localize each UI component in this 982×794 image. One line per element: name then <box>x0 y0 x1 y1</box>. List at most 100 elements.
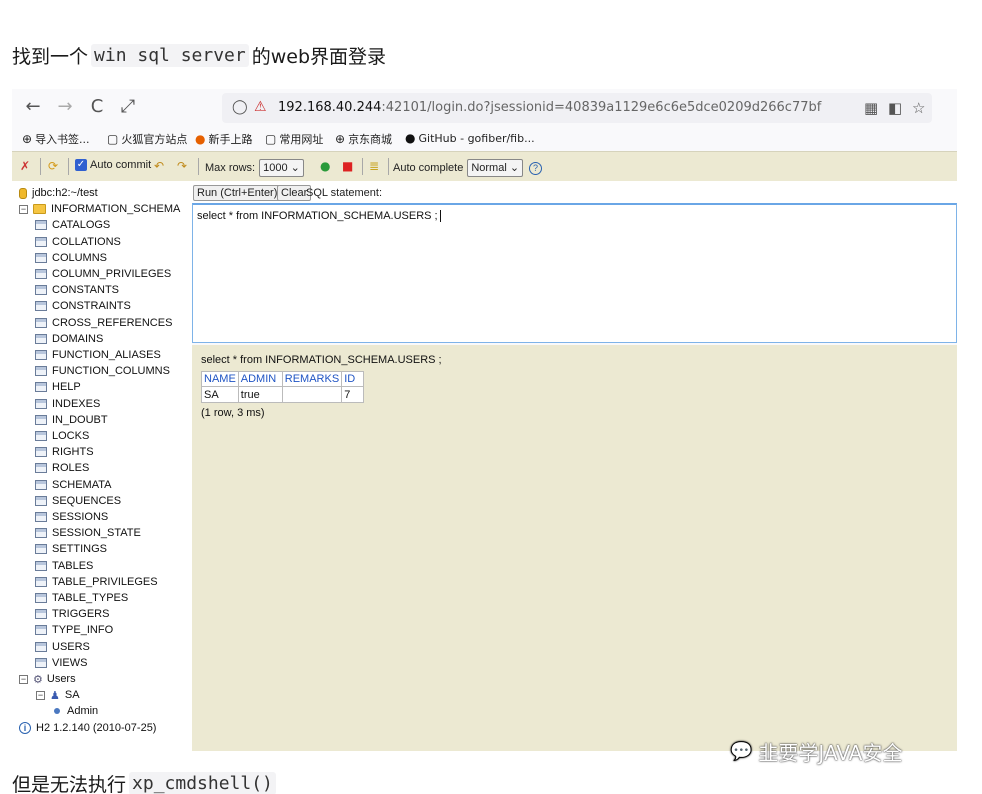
auto-commit-label: Auto commit <box>90 159 152 171</box>
bookmark-import[interactable]: ⊕ 导入书签... <box>22 131 90 147</box>
column-header[interactable]: NAME <box>201 371 239 387</box>
disconnect-icon[interactable]: ✗ <box>20 159 30 173</box>
tree-table-item[interactable]: FUNCTION_COLUMNS <box>35 363 170 379</box>
tree-table-item[interactable]: CROSS_REFERENCES <box>35 315 172 331</box>
tree-table-item-label: LOCKS <box>52 430 90 442</box>
bookmark-label: 火狐官方站点 <box>121 133 188 146</box>
auto-complete-select[interactable]: Normal ⌄ <box>467 159 524 177</box>
tree-table-item[interactable]: RIGHTS <box>35 444 94 460</box>
tree-table-item[interactable]: SESSION_STATE <box>35 525 141 541</box>
tree-table-item-label: TABLE_TYPES <box>52 592 129 604</box>
tree-table-item-label: VIEWS <box>52 656 88 669</box>
collapse-icon[interactable]: − <box>19 204 28 214</box>
bookmark-jd[interactable]: ⊕ 京东商城 <box>335 131 392 147</box>
insecure-lock-icon[interactable]: ⚠ <box>254 99 267 115</box>
run-button[interactable]: Run (Ctrl+Enter) <box>193 185 282 201</box>
max-rows-select[interactable]: 1000 ⌄ <box>259 159 304 177</box>
tree-table-item[interactable]: DOMAINS <box>35 331 103 347</box>
bookmark-common-sites[interactable]: ▢ 常用网址 <box>265 131 323 147</box>
tree-table-item[interactable]: USERS <box>35 639 90 655</box>
tree-table-item[interactable]: TABLE_PRIVILEGES <box>35 574 158 590</box>
tree-table-item[interactable]: IN_DOUBT <box>35 412 108 428</box>
expand-icon[interactable]: ⤢ <box>117 96 139 118</box>
tree-table-item[interactable]: COLLATIONS <box>35 234 121 250</box>
table-icon <box>35 463 47 474</box>
tree-table-item[interactable]: FUNCTION_ALIASES <box>35 347 161 363</box>
result-query: select * from INFORMATION_SCHEMA.USERS ; <box>201 354 442 366</box>
tree-users[interactable]: − ⚙ Users <box>19 671 76 687</box>
tree-table-item[interactable]: ROLES <box>35 460 89 476</box>
heading-suffix: 的web界面登录 <box>251 46 387 68</box>
tree-table-item-label: SCHEMATA <box>52 478 112 491</box>
table-cell: 7 <box>341 386 365 403</box>
table-row: SA true 7 <box>201 386 365 403</box>
collapse-icon[interactable]: − <box>19 674 28 684</box>
firefox-icon: ● <box>195 132 206 146</box>
commit-icon[interactable]: ↷ <box>177 159 187 173</box>
table-cell: true <box>237 386 283 403</box>
refresh-icon[interactable]: ⟳ <box>48 159 58 173</box>
tree-table-item[interactable]: TYPE_INFO <box>35 622 113 638</box>
url-bar[interactable]: ◯ ⚠ 192.168.40.244:42101/login.do?jsessi… <box>222 93 932 123</box>
tree-table-item[interactable]: CATALOGS <box>35 217 110 233</box>
tree-table-item[interactable]: COLUMNS <box>35 250 107 266</box>
run-icon[interactable]: ● <box>320 159 330 173</box>
reload-icon[interactable]: C <box>86 96 108 118</box>
shield-icon[interactable]: ◯ <box>232 99 248 115</box>
table-icon <box>35 431 47 441</box>
tree-table-item[interactable]: CONSTRAINTS <box>35 298 131 314</box>
result-table: NAME ADMIN REMARKS ID SA true 7 <box>201 371 365 403</box>
tree-table-item[interactable]: HELP <box>35 379 81 395</box>
history-icon[interactable]: ≣ <box>369 159 379 173</box>
tree-table-item[interactable]: VIEWS <box>35 655 87 671</box>
bookmark-github[interactable]: ● GitHub - gofiber/fib... <box>405 131 535 145</box>
column-header[interactable]: ID <box>341 371 365 387</box>
tree-table-item[interactable]: CONSTANTS <box>35 282 119 298</box>
tree-version: i H2 1.2.140 (2010-07-25) <box>19 720 156 736</box>
tree-table-item[interactable]: LOCKS <box>35 428 89 444</box>
rollback-icon[interactable]: ↶ <box>154 159 164 173</box>
sql-statement-label: SQL statement: <box>306 187 383 199</box>
tree-table-item-label: TRIGGERS <box>52 608 110 621</box>
database-icon <box>19 187 27 199</box>
bookmark-getting-started[interactable]: ● 新手上路 <box>195 131 252 147</box>
table-icon <box>35 301 47 312</box>
tree-table-item-label: INDEXES <box>52 397 101 410</box>
stop-icon[interactable]: ■ <box>342 159 353 173</box>
tree-table-item[interactable]: TABLES <box>35 558 93 574</box>
folder-icon: ▢ <box>107 132 119 146</box>
auto-commit-checkbox[interactable]: ✓ <box>75 159 87 171</box>
table-icon <box>35 398 47 409</box>
tree-schema[interactable]: − INFORMATION_SCHEMA <box>19 201 180 217</box>
forward-arrow-icon[interactable]: → <box>54 96 76 118</box>
tree-table-item-label: COLUMNS <box>52 251 108 264</box>
column-header[interactable]: REMARKS <box>281 371 343 387</box>
back-arrow-icon[interactable]: ← <box>22 96 44 118</box>
auto-commit-toggle[interactable]: ✓ Auto commit <box>75 159 151 171</box>
tree-table-item[interactable]: SCHEMATA <box>35 477 112 493</box>
tree-table-item[interactable]: TRIGGERS <box>35 606 109 622</box>
qr-code-icon[interactable]: ▦ <box>864 99 878 117</box>
bookmark-star-icon[interactable]: ☆ <box>912 99 925 117</box>
tree-table-item-label: ROLES <box>52 462 90 475</box>
footer-prefix: 但是无法执行 <box>12 774 127 794</box>
bookmark-firefox-site[interactable]: ▢ 火狐官方站点 <box>107 131 187 147</box>
tree-table-item[interactable]: SEQUENCES <box>35 493 121 509</box>
collapse-icon[interactable]: − <box>36 690 45 700</box>
tree-table-item[interactable]: SETTINGS <box>35 541 107 557</box>
tree-user-admin[interactable]: Admin <box>54 703 98 719</box>
help-icon[interactable]: ? <box>529 161 543 175</box>
tree-user-sa[interactable]: − ♟ SA <box>36 687 80 703</box>
heading-prefix: 找到一个 <box>12 46 89 68</box>
tree-table-item[interactable]: SESSIONS <box>35 509 108 525</box>
folder-icon <box>33 204 46 215</box>
url-text[interactable]: 192.168.40.244:42101/login.do?jsessionid… <box>278 100 821 115</box>
column-header[interactable]: ADMIN <box>237 371 283 387</box>
translate-icon[interactable]: ◧ <box>888 99 902 117</box>
sql-editor[interactable]: select * from INFORMATION_SCHEMA.USERS ; <box>192 203 957 343</box>
footer-code: xp_cmdshell() <box>129 772 276 794</box>
tree-table-item[interactable]: COLUMN_PRIVILEGES <box>35 266 171 282</box>
tree-table-item[interactable]: INDEXES <box>35 396 100 412</box>
tree-table-item[interactable]: TABLE_TYPES <box>35 590 128 606</box>
tree-connection[interactable]: jdbc:h2:~/test <box>19 185 98 201</box>
